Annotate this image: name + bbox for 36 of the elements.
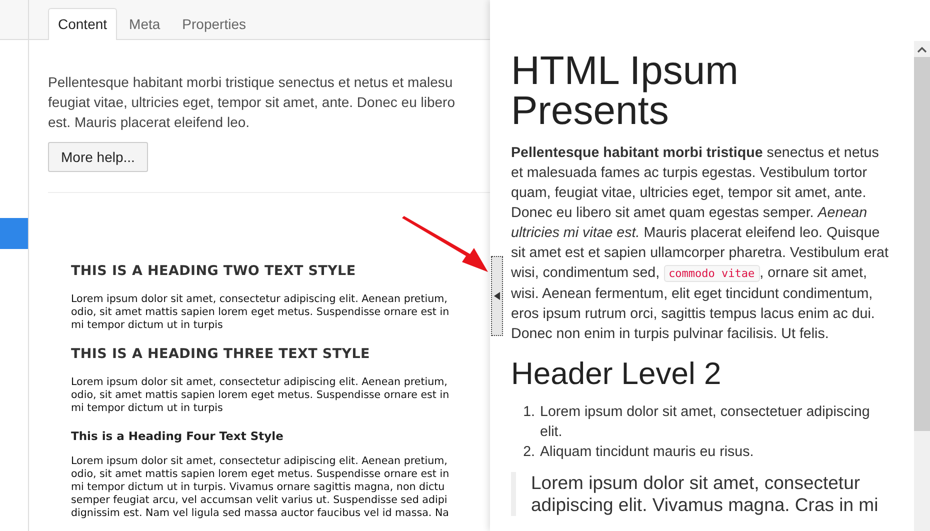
preview-text-line: odio, sit amet mattis sapien lorem eget metus. Suspendisse ornare est in (71, 468, 450, 481)
sidebar-item[interactable] (0, 218, 28, 249)
tab[interactable]: Properties (172, 8, 256, 40)
help-text-line: est. Mauris placerat eleifend leo. (48, 113, 251, 132)
preview-text-line: Lorem ipsum dolor sit amet, consectetur adipiscing elit. Aenean pretium, (71, 455, 448, 468)
blockquote: Lorem ipsum dolor sit amet, consectetur adipiscing elit. Vivamus magna. Cras in mi (511, 472, 894, 516)
preview-text-line: odio, sit amet mattis sapien lorem eget metus. Suspendisse ornare est in (71, 389, 450, 402)
left-triangle-icon (494, 292, 500, 300)
preview-subheading: This is a Heading Four Text Style (71, 429, 284, 443)
preview-text-line: dignissim est. Nam vel ligula sed massa auctor faucibus vel id massa. Na (71, 507, 449, 520)
inline-code: commodo vitae (664, 265, 760, 282)
collapse-handle[interactable] (491, 256, 503, 336)
preview-heading: THIS IS A HEADING TWO TEXT STYLE (71, 263, 356, 279)
preview-text-line: mi tempor dictum ut in turpis. Vivamus ornare sagittis magna, non dictu (71, 481, 445, 494)
page-title: HTML Ipsum Presents (511, 51, 740, 131)
section-heading: Header Level 2 (511, 355, 722, 393)
list-number: 2. (522, 443, 536, 462)
tab[interactable]: Meta (119, 8, 170, 40)
more-help-button[interactable]: More help... (48, 142, 148, 172)
tab[interactable]: Content (48, 8, 118, 40)
scrollbar[interactable] (914, 41, 930, 531)
list-number: 1. (522, 403, 536, 422)
preview-text-line: Lorem ipsum dolor sit amet, consectetur adipiscing elit. Aenean pretium, (71, 376, 448, 389)
scroll-up-icon[interactable] (917, 47, 927, 53)
list-item: Aliquam tincidunt mauris eu risus. (540, 443, 754, 462)
preview-heading: THIS IS A HEADING THREE TEXT STYLE (71, 346, 370, 362)
list-item: Lorem ipsum dolor sit amet, consectetuer adipiscing elit. (540, 403, 871, 442)
preview-text-line: mi tempor dictum ut in turpis (71, 319, 223, 332)
preview-text-line: mi tempor dictum ut in turpis (71, 402, 223, 415)
help-text-line: Pellentesque habitant morbi tristique senectus et netus et malesu (48, 73, 454, 92)
preview-text-line: odio, sit amet mattis sapien lorem eget metus. Suspendisse ornare est in (71, 306, 450, 319)
help-text-line: feugiat vitae, ultricies eget, tempor sit amet, ante. Donec eu libero (48, 93, 456, 112)
preview-text-line: semper feugiat arcu, vel accumsan velit varius ut. Suspendisse sed adipi (71, 494, 448, 507)
scrollbar-thumb[interactable] (914, 57, 930, 431)
body-paragraph: Pellentesque habitant morbi tristique senectus et netus et malesuada fames ac turpis egestas. Vestibulum tortor quam, feugiat vitae, ultricies eget, tempor sit amet, ante. Donec eu libero sit amet quam egestas semper. Aenean ultricies mi vitae est. Mauris placerat eleifend leo. Quisque sit amet est et sapien ullamcorper pharetra. Vestibulum erat wisi, condimentum sed, commodo vitae , ornare sit amet, wisi. Aenean fermentum, elit eget tincidunt condimentum, eros ipsum rutrum orci, sagittis tempus lacus enim ac dui. Donec non enim in turpis pulvinar facilisis. Ut felis. (511, 144, 890, 344)
preview-text-line: Lorem ipsum dolor sit amet, consectetur adipiscing elit. Aenean pretium, (71, 293, 448, 306)
